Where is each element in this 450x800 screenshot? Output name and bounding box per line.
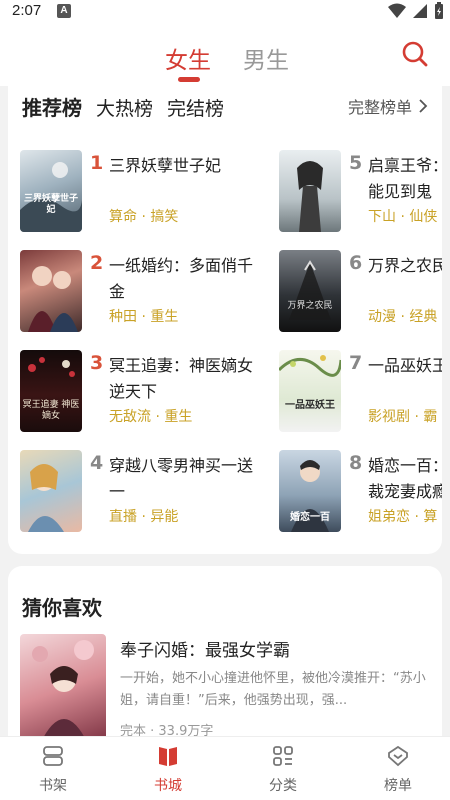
- book-item[interactable]: 冥王追妻 神医嫡女 3 冥王追妻：神医嫡女逆天下 无敌流 · 重生: [20, 350, 253, 434]
- search-icon[interactable]: [400, 39, 430, 69]
- rank-number: 2: [90, 252, 104, 274]
- book-description: 一开始，她不小心撞进他怀里，被他冷漠推开：“苏小姐，请自重！”后来，他强势出现，…: [120, 671, 426, 708]
- tab-finished[interactable]: 完结榜: [167, 94, 224, 121]
- section-title: 猜你喜欢: [22, 596, 102, 620]
- rank-number: 4: [90, 452, 104, 474]
- tab-indicator: [178, 77, 200, 82]
- book-title: 万界之农民: [368, 256, 442, 275]
- category-icon: [273, 746, 293, 766]
- book-title: 冥王追妻：神医嫡女逆天下: [109, 356, 254, 401]
- chevron-right-icon: [419, 99, 428, 113]
- book-item[interactable]: 三界妖孽世子妃 1 三界妖孽世子妃 算命 · 搞笑: [20, 150, 235, 234]
- full-list-label: 完整榜单: [347, 98, 412, 117]
- cover-text: 万界之农民: [287, 301, 333, 311]
- ranking-tabs: 推荐榜 大热榜 完结榜: [22, 92, 238, 121]
- rank-number: 8: [349, 452, 363, 474]
- rank-number: 6: [349, 252, 363, 274]
- book-cover: [279, 150, 341, 232]
- wifi-icon: [388, 3, 406, 18]
- bookstore-icon: [159, 747, 177, 766]
- nav-label: 书城: [154, 778, 182, 794]
- book-title: 婚恋一百：裁宠妻成瘾: [368, 456, 442, 501]
- book-cover: [20, 250, 82, 332]
- book-title: 三界妖孽世子妃: [109, 156, 222, 175]
- tab-female[interactable]: 女生: [165, 41, 211, 75]
- tab-hot[interactable]: 大热榜: [96, 94, 153, 121]
- book-tags: 无敌流 · 重生: [109, 409, 193, 425]
- book-tags: 姐弟恋 · 算: [368, 509, 438, 525]
- full-list-link[interactable]: 完整榜单: [348, 94, 428, 118]
- book-title[interactable]: 奉子闪婚：最强女学霸: [120, 636, 290, 661]
- top-bar: 女生 男生: [0, 24, 450, 86]
- book-tags: 下山 · 仙侠: [368, 209, 438, 225]
- nav-label: 书架: [39, 778, 67, 794]
- book-cover: 万界之农民: [279, 250, 341, 332]
- book-item[interactable]: 婚恋一百 8 婚恋一百：裁宠妻成瘾 姐弟恋 · 算: [279, 450, 442, 534]
- book-tags: 直播 · 异能: [109, 509, 179, 525]
- book-tags: 动漫 · 经典: [368, 309, 438, 325]
- book-title: 一纸婚约：多面俏千金: [109, 256, 254, 301]
- nav-bookshelf[interactable]: 书架: [13, 743, 93, 795]
- book-title: 启禀王爷：能见到鬼: [368, 156, 442, 201]
- book-item[interactable]: 5 启禀王爷：能见到鬼 下山 · 仙侠: [279, 150, 442, 234]
- book-item[interactable]: 万界之农民 6 万界之农民 动漫 · 经典: [279, 250, 442, 334]
- cover-text: 婚恋一百: [290, 512, 330, 523]
- cover-text: 三界妖孽世子妃: [23, 194, 78, 215]
- nav-bookstore[interactable]: 书城: [128, 743, 208, 795]
- book-title: 穿越八零男神买一送一: [109, 456, 254, 501]
- book-item[interactable]: 一品巫妖王 7 一品巫妖王 影视剧 · 霸: [279, 350, 442, 434]
- rank-number: 3: [90, 352, 104, 374]
- status-bar: 2:07 A: [0, 0, 450, 24]
- book-item[interactable]: 4 穿越八零男神买一送一 直播 · 异能: [20, 450, 253, 534]
- nav-label: 分类: [269, 778, 297, 794]
- status-icons: [388, 2, 444, 20]
- book-cover: [20, 450, 82, 532]
- nav-category[interactable]: 分类: [243, 743, 323, 795]
- book-title: 一品巫妖王: [368, 356, 442, 375]
- book-cover: 婚恋一百: [279, 450, 341, 532]
- rank-number: 1: [90, 152, 104, 174]
- rank-number: 5: [349, 152, 363, 174]
- nav-ranking[interactable]: 榜单: [358, 743, 438, 795]
- book-cover: 冥王追妻 神医嫡女: [20, 350, 82, 432]
- signal-icon: [413, 4, 427, 18]
- bottom-nav: 书架 书城 分类 榜单: [0, 736, 450, 800]
- nav-label: 榜单: [384, 778, 412, 794]
- cover-text: 冥王追妻 神医嫡女: [22, 400, 80, 421]
- book-cover: 一品巫妖王: [279, 350, 341, 432]
- cover-text: 一品巫妖王: [285, 400, 335, 411]
- notification-icon: A: [57, 4, 71, 18]
- bookshelf-icon: [43, 746, 63, 766]
- status-time: 2:07: [12, 2, 42, 19]
- book-tags: 种田 · 重生: [109, 309, 179, 325]
- tab-male[interactable]: 男生: [243, 41, 289, 75]
- book-cover[interactable]: [20, 634, 106, 744]
- book-item[interactable]: 2 一纸婚约：多面俏千金 种田 · 重生: [20, 250, 253, 334]
- book-tags: 算命 · 搞笑: [109, 209, 179, 225]
- battery-icon: [435, 2, 443, 19]
- book-cover: 三界妖孽世子妃: [20, 150, 82, 232]
- rank-number: 7: [349, 352, 363, 374]
- ranking-card: 推荐榜 大热榜 完结榜 完整榜单 三界妖孽世子妃 1 三界妖孽世子妃 算命 · …: [8, 86, 442, 554]
- tab-recommend[interactable]: 推荐榜: [22, 92, 82, 121]
- ranking-icon: [388, 745, 408, 767]
- book-tags: 影视剧 · 霸: [368, 409, 438, 425]
